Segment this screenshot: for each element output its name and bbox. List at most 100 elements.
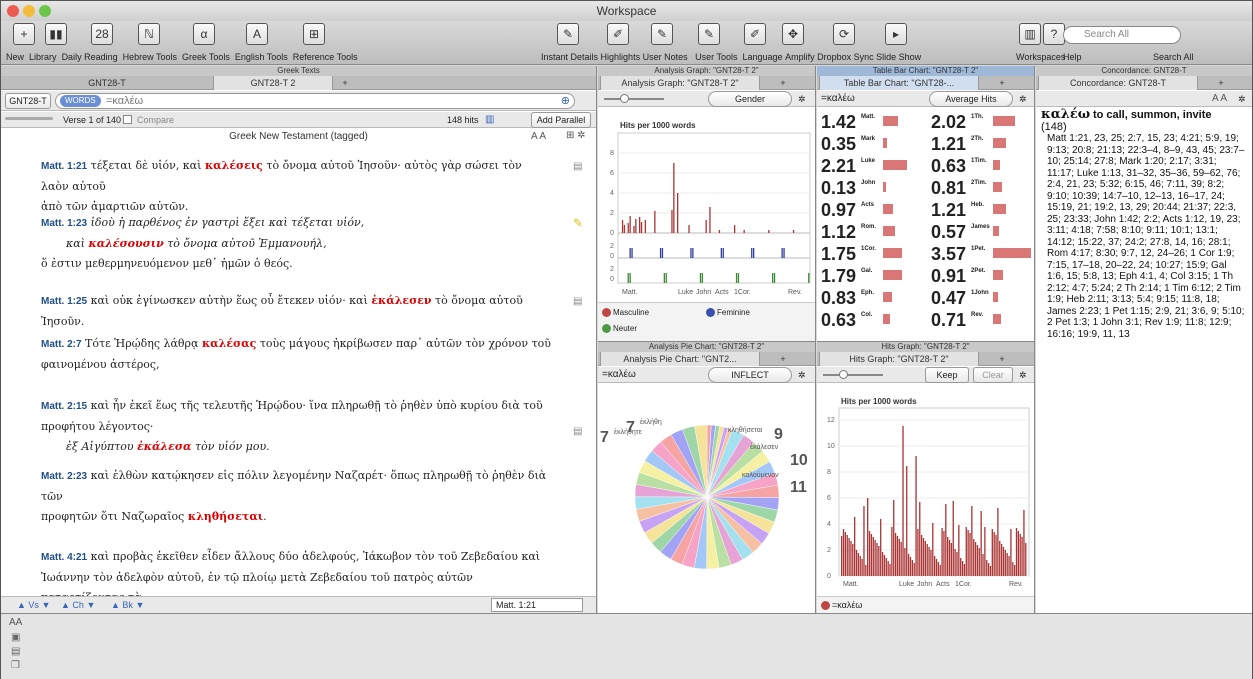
table-bar-cell[interactable]: 0.91 2Pet. — [931, 266, 1031, 286]
table-bar-cell[interactable]: 0.35 Mark — [821, 134, 921, 154]
table-bar-cell[interactable]: 0.63 1Tim. — [931, 156, 1031, 176]
hit-word[interactable]: καλέσουσιν — [88, 237, 163, 250]
verse-ref[interactable]: Matt. 1:25 — [41, 296, 87, 307]
table-bar-cell[interactable]: 0.13 John — [821, 178, 921, 198]
reference-field[interactable]: Matt. 1:21 — [491, 598, 583, 612]
hit-word[interactable]: ἐκάλεσα — [137, 440, 191, 453]
table-bar-cell[interactable]: 0.47 1John — [931, 288, 1031, 308]
slider-knob[interactable] — [839, 370, 848, 379]
hebrew-tools-button[interactable]: ℕ — [138, 23, 160, 48]
verse-ref[interactable]: Matt. 2:23 — [41, 471, 87, 482]
verse-ref[interactable]: Matt. 2:15 — [41, 401, 87, 412]
tab-analysis-pie[interactable]: Analysis Pie Chart: "GNT2... — [600, 352, 760, 366]
highlights-button[interactable]: ✐ — [607, 23, 629, 48]
tab-gnt28-t[interactable]: GNT28-T — [1, 76, 213, 90]
workspaces-button[interactable]: ▥ — [1019, 23, 1041, 48]
minimize-window-button[interactable] — [23, 5, 35, 17]
verse-slider[interactable] — [5, 117, 53, 120]
hit-word[interactable]: κληθήσεται — [188, 510, 263, 523]
font-size-icon[interactable]: A A — [531, 131, 546, 142]
table-bar-cell[interactable]: 2.21 Luke — [821, 156, 921, 176]
table-bar-cell[interactable]: 1.21 2Th. — [931, 134, 1031, 154]
add-tab-button[interactable]: + — [776, 76, 790, 90]
view-options-icon[interactable]: ⊞ ✲ — [566, 130, 586, 141]
table-bar-cell[interactable]: 0.57 James — [931, 222, 1031, 242]
bar-chart-icon[interactable]: ▥ — [485, 112, 494, 128]
search-all-input[interactable]: Search All — [1063, 26, 1181, 44]
table-bar-cell[interactable]: 3.57 1Pet. — [931, 244, 1031, 264]
tab-analysis-graph[interactable]: Analysis Graph: "GNT28-T 2" — [600, 76, 760, 90]
dropbox-sync-button[interactable]: ⟳ — [833, 23, 855, 48]
amplify-button[interactable]: ✥ — [782, 23, 804, 48]
tab-gnt28-t-2[interactable]: GNT28-T 2 — [213, 76, 333, 90]
gear-icon[interactable]: ✲ — [1019, 91, 1027, 107]
hit-word[interactable]: καλέσεις — [205, 159, 263, 172]
add-parallel-button[interactable]: Add Parallel — [531, 112, 591, 128]
pencil-icon[interactable]: ✎ — [573, 216, 583, 230]
font-size-icon[interactable]: A A — [1212, 91, 1227, 107]
note-icon[interactable]: ▤ — [573, 296, 582, 307]
search-tag-words[interactable]: WORDS — [60, 95, 101, 107]
reference-list[interactable]: Matt 1:21, 23, 25; 2:7, 15, 23; 4:21; 5:… — [1041, 133, 1246, 340]
table-bar-cell[interactable]: 1.75 1Cor. — [821, 244, 921, 264]
copy-icon[interactable]: ❐ — [11, 660, 20, 671]
gear-icon[interactable]: ✲ — [798, 367, 806, 383]
slider-knob[interactable] — [620, 94, 629, 103]
table-bar-cell[interactable]: 1.12 Rom. — [821, 222, 921, 242]
verse-ref[interactable]: Matt. 1:23 — [41, 218, 87, 229]
tab-table-bar-chart[interactable]: Table Bar Chart: "GNT28-... — [819, 76, 979, 90]
keep-button[interactable]: Keep — [925, 367, 969, 383]
table-bar-cell[interactable]: 0.71 Rev. — [931, 310, 1031, 330]
hit-word[interactable]: καλέσας — [202, 337, 256, 350]
table-bar-cell[interactable]: 0.81 2Tim. — [931, 178, 1031, 198]
instant-details-button[interactable]: ✎ — [557, 23, 579, 48]
table-bar-cell[interactable]: 1.42 Matt. — [821, 112, 921, 132]
library-button[interactable]: ▮▮ — [45, 23, 67, 48]
table-bar-cell[interactable]: 0.97 Acts — [821, 200, 921, 220]
hit-word[interactable]: ἐκάλεσεν — [371, 294, 431, 307]
book-nav[interactable]: ▲ Bk ▼ — [111, 597, 144, 613]
verse-ref[interactable]: Matt. 1:21 — [41, 161, 87, 172]
gender-dropdown[interactable]: Gender — [708, 91, 792, 107]
gear-icon[interactable]: ✲ — [1019, 367, 1027, 383]
chapter-nav[interactable]: ▲ Ch ▼ — [61, 597, 95, 613]
average-hits-dropdown[interactable]: Average Hits — [929, 91, 1013, 107]
english-tools-button[interactable]: A — [246, 23, 268, 48]
zoom-window-button[interactable] — [39, 5, 51, 17]
table-bar-cell[interactable]: 0.63 Col. — [821, 310, 921, 330]
table-bar-cell[interactable]: 1.79 Gal. — [821, 266, 921, 286]
search-field[interactable]: WORDS =καλέω ⊕ — [55, 93, 575, 109]
add-tab-button[interactable]: + — [776, 352, 790, 366]
tab-concordance[interactable]: Concordance: GNT28-T — [1038, 76, 1198, 90]
zoom-slider[interactable] — [823, 374, 883, 376]
verse-ref[interactable]: Matt. 4:21 — [41, 552, 87, 563]
verse-ref[interactable]: Matt. 2:7 — [41, 339, 82, 350]
daily-reading-button[interactable]: 28 — [91, 23, 113, 48]
tab-hits-graph[interactable]: Hits Graph: "GNT28-T 2" — [819, 352, 979, 366]
verse-nav[interactable]: ▲ Vs ▼ — [17, 597, 50, 613]
table-bar-cell[interactable]: 1.21 Heb. — [931, 200, 1031, 220]
add-tab-button[interactable]: + — [995, 76, 1009, 90]
inflect-dropdown[interactable]: INFLECT — [708, 367, 792, 383]
add-tab-button[interactable]: + — [1214, 76, 1228, 90]
note-icon[interactable]: ▤ — [573, 426, 582, 437]
details-icon[interactable]: ▣ — [11, 632, 20, 643]
gear-icon[interactable]: ✲ — [1238, 91, 1246, 107]
search-settings-icon[interactable]: ⊕ — [561, 94, 570, 108]
add-tab-button[interactable]: + — [337, 76, 353, 90]
slide-show-button[interactable]: ▸ — [885, 23, 907, 48]
user-notes-button[interactable]: ✎ — [651, 23, 673, 48]
reference-tools-button[interactable]: ⊞ — [303, 23, 325, 48]
table-bar-cell[interactable]: 2.02 1Th. — [931, 112, 1031, 132]
zoom-slider[interactable] — [604, 98, 664, 100]
add-tab-button[interactable]: + — [995, 352, 1009, 366]
font-size-icon[interactable]: AA — [9, 617, 22, 628]
language-button[interactable]: ✐ — [744, 23, 766, 48]
help-button[interactable]: ? — [1043, 23, 1065, 48]
new-button[interactable]: + — [13, 23, 35, 48]
compare-checkbox[interactable] — [123, 115, 132, 124]
close-window-button[interactable] — [7, 5, 19, 17]
user-tools-button[interactable]: ✎ — [698, 23, 720, 48]
clear-button[interactable]: Clear — [973, 367, 1013, 383]
module-selector[interactable]: GNT28-T — [5, 93, 51, 109]
